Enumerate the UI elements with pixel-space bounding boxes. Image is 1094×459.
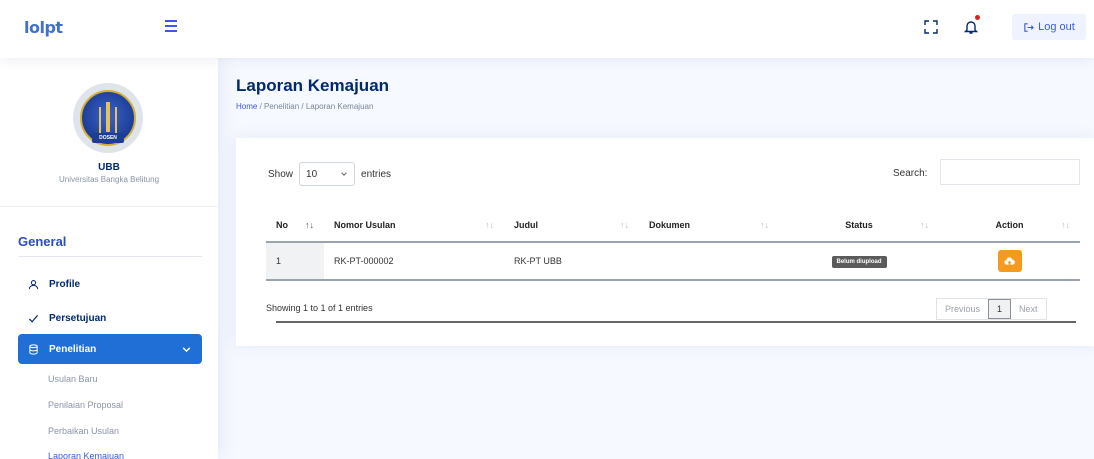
fullscreen-icon[interactable] — [922, 18, 940, 36]
user-institution: Universitas Bangka Belitung — [58, 175, 160, 184]
sort-icon: ↑↓ — [760, 220, 769, 230]
cloud-upload-icon — [1004, 256, 1015, 265]
column-header-no[interactable]: No ↑↓ — [266, 208, 324, 243]
user-name: UBB — [98, 162, 120, 173]
entries-control: Show 10 entries — [268, 162, 391, 186]
upload-button[interactable] — [997, 250, 1022, 272]
table-info: Showing 1 to 1 of 1 entries — [266, 303, 373, 313]
pagination-next[interactable]: Next — [1011, 299, 1046, 319]
sidebar-subitem-perbaikan-usulan[interactable]: Perbaikan Usulan — [48, 426, 119, 436]
column-header-dokumen[interactable]: Dokumen ↑↓ — [639, 208, 779, 243]
sort-icon: ↑↓ — [920, 220, 929, 230]
sort-icon: ↑↓ — [620, 220, 629, 230]
footer-divider — [276, 321, 1076, 323]
table-header-row: No ↑↓ Nomor Usulan ↑↓ Judul ↑↓ Dokumen ↑↓ St… — [266, 208, 1080, 243]
table-row: 1 RK-PT-000002 RK-PT UBB Belum diupload — [266, 242, 1080, 281]
notification-dot — [975, 15, 980, 20]
entries-value: 10 — [306, 168, 318, 180]
sidebar-divider — [0, 206, 218, 207]
top-header: lolpt Log out — [0, 0, 1094, 58]
sidebar-item-label: Persetujuan — [49, 312, 107, 324]
cell-nomor-usulan: RK-PT-000002 — [324, 242, 504, 281]
sidebar-item-profile[interactable]: Profile — [18, 269, 202, 299]
column-header-nomor-usulan[interactable]: Nomor Usulan ↑↓ — [324, 208, 504, 243]
bell-icon[interactable] — [962, 15, 980, 36]
sidebar: DOSEN UBB Universitas Bangka Belitung Ge… — [0, 58, 218, 459]
sidebar-item-label: Penelitian — [49, 343, 97, 355]
cell-no: 1 — [266, 242, 324, 281]
sort-icon: ↑↓ — [1061, 220, 1070, 230]
logout-button[interactable]: Log out — [1012, 14, 1086, 40]
check-icon — [28, 314, 39, 323]
sidebar-heading-divider — [18, 256, 202, 257]
chevron-down-icon — [341, 172, 347, 176]
cell-judul: RK-PT UBB — [504, 242, 639, 281]
person-icon — [28, 279, 39, 289]
pagination-page-1[interactable]: 1 — [988, 299, 1012, 319]
entries-select[interactable]: 10 — [299, 162, 356, 186]
search-input[interactable] — [940, 159, 1080, 185]
column-header-judul[interactable]: Judul ↑↓ — [504, 208, 639, 243]
pagination: Previous 1 Next — [936, 298, 1047, 320]
data-card: Show 10 entries Search: No ↑↓ Nomor Usula… — [236, 138, 1094, 346]
role-badge: DOSEN — [92, 133, 124, 143]
status-badge: Belum diupload — [831, 255, 887, 268]
menu-icon[interactable] — [165, 20, 177, 32]
column-header-action[interactable]: Action ↑↓ — [939, 208, 1080, 243]
breadcrumb: Home / Penelitian / Laporan Kemajuan — [236, 102, 373, 111]
entries-label: entries — [361, 168, 392, 180]
page-title: Laporan Kemajuan — [236, 76, 390, 95]
sidebar-item-penelitian[interactable]: Penelitian — [18, 334, 202, 364]
sidebar-subitem-laporan-kemajuan[interactable]: Laporan Kemajuan — [48, 451, 124, 459]
database-icon — [29, 343, 38, 355]
cell-status: Belum diupload — [779, 242, 939, 281]
sidebar-subitem-penilaian-proposal[interactable]: Penilaian Proposal — [48, 400, 123, 410]
pagination-previous[interactable]: Previous — [937, 299, 988, 319]
sort-icon: ↑↓ — [485, 220, 494, 230]
data-table: No ↑↓ Nomor Usulan ↑↓ Judul ↑↓ Dokumen ↑↓ St… — [266, 208, 1080, 281]
column-header-status[interactable]: Status ↑↓ — [779, 208, 939, 243]
cell-action — [939, 242, 1080, 281]
chevron-down-icon — [182, 346, 191, 352]
sidebar-subitem-usulan-baru[interactable]: Usulan Baru — [48, 374, 98, 384]
sidebar-item-label: Profile — [49, 278, 81, 290]
logout-icon — [1024, 22, 1035, 32]
sidebar-heading: General — [18, 234, 67, 249]
app-logo[interactable]: lolpt — [24, 18, 63, 37]
cell-dokumen — [639, 242, 779, 281]
breadcrumb-home-link[interactable]: Home — [236, 102, 257, 111]
show-label: Show — [268, 168, 294, 180]
sort-icon: ↑↓ — [305, 220, 314, 230]
search-label: Search: — [893, 168, 928, 179]
breadcrumb-trail: / Penelitian / Laporan Kemajuan — [257, 102, 374, 111]
sidebar-item-persetujuan[interactable]: Persetujuan — [18, 303, 202, 333]
logout-label: Log out — [1038, 21, 1075, 33]
